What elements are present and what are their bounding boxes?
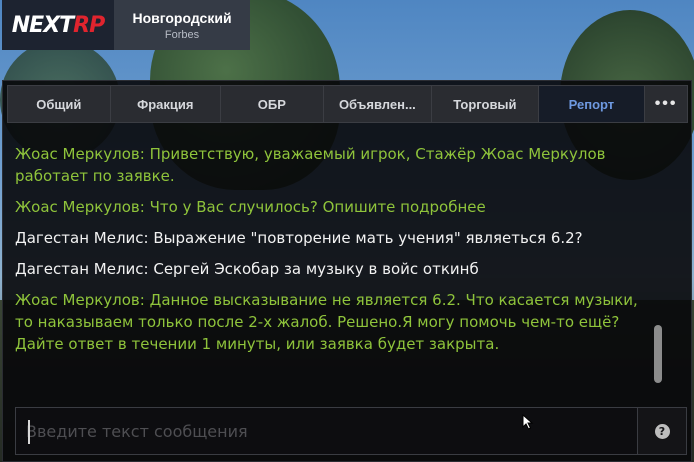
logo-text-next: NEXT bbox=[11, 12, 74, 38]
chat-message: Дагестан Мелис: Выражение "повторение ма… bbox=[15, 229, 583, 247]
chat-scrollbar[interactable] bbox=[654, 325, 662, 383]
logo-box: NEXTRP bbox=[2, 0, 114, 50]
help-button[interactable]: ? bbox=[637, 408, 686, 454]
chat-message: Жоас Меркулов: Данное высказывание не яв… bbox=[15, 291, 638, 353]
question-icon: ? bbox=[654, 423, 670, 439]
tab-obr[interactable]: ОБР bbox=[220, 85, 324, 123]
tab-label: Фракция bbox=[137, 96, 194, 112]
nextrp-logo: NEXTRP bbox=[11, 12, 106, 38]
server-name: Новгородский bbox=[132, 9, 232, 26]
more-tabs-button[interactable]: ••• bbox=[644, 85, 688, 123]
message-input[interactable] bbox=[16, 408, 634, 454]
tab-faction[interactable]: Фракция bbox=[109, 85, 222, 123]
text-caret bbox=[28, 420, 30, 444]
message-input-row: ? bbox=[15, 407, 687, 455]
tab-label: ОБР bbox=[257, 96, 286, 112]
chat-message: Жоас Меркулов: Что у Вас случилось? Опиш… bbox=[15, 198, 486, 216]
tab-report[interactable]: Репорт bbox=[537, 85, 646, 123]
more-icon: ••• bbox=[654, 95, 678, 112]
server-subtitle: Forbes bbox=[164, 28, 200, 41]
chat-message: Дагестан Мелис: Сергей Эскобар за музыку… bbox=[15, 260, 479, 278]
tab-label: Репорт bbox=[568, 96, 615, 112]
logo-text-rp: RP bbox=[73, 12, 105, 38]
tab-announcements[interactable]: Объявлен... bbox=[322, 85, 433, 123]
server-info: Новгородский Forbes bbox=[114, 0, 250, 50]
tab-label: Объявлен... bbox=[338, 96, 416, 112]
tab-general[interactable]: Общий bbox=[7, 85, 111, 123]
message-list: Жоас Меркулов: Приветствую, уважаемый иг… bbox=[15, 143, 647, 364]
chat-window: Общий Фракция ОБР Объявлен... Торговый Р… bbox=[2, 80, 692, 462]
tab-label: Торговый bbox=[453, 96, 517, 112]
mouse-cursor-icon bbox=[522, 414, 534, 430]
tab-trade[interactable]: Торговый bbox=[431, 85, 539, 123]
chat-message: Жоас Меркулов: Приветствую, уважаемый иг… bbox=[15, 145, 606, 185]
tab-label: Общий bbox=[36, 96, 82, 112]
chat-tabs: Общий Фракция ОБР Объявлен... Торговый Р… bbox=[7, 85, 688, 123]
